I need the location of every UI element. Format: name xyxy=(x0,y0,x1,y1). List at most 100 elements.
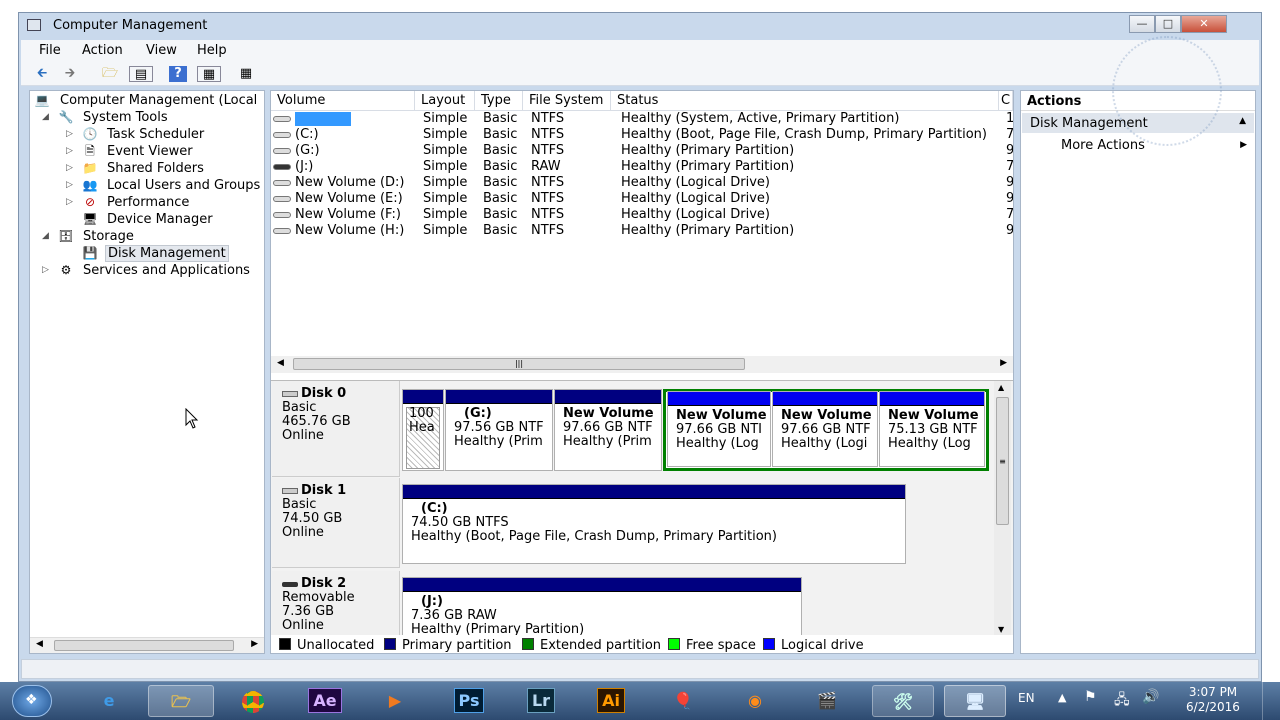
close-button[interactable]: ✕ xyxy=(1181,15,1227,33)
expand-arrow-icon[interactable]: ▷ xyxy=(66,163,73,173)
up-folder-icon[interactable]: 🗁 xyxy=(101,66,119,82)
network-computer-icon[interactable]: 🖥 xyxy=(944,685,1006,717)
minimize-button[interactable]: — xyxy=(1129,15,1155,33)
partition-system-reserved[interactable]: 100 Hea xyxy=(402,389,444,471)
hot-air-balloon-icon[interactable]: 🎈 xyxy=(660,685,706,717)
submenu-arrow-icon: ▶ xyxy=(1240,140,1247,150)
forward-arrow-icon[interactable]: 🡲 xyxy=(61,66,79,82)
expand-arrow-icon[interactable]: ▷ xyxy=(66,129,73,139)
show-hide-tree-icon[interactable]: ▤ xyxy=(129,66,153,82)
column-type[interactable]: Type xyxy=(475,91,523,111)
list-scroll-thumb[interactable]: ||| xyxy=(293,358,745,370)
expand-arrow-icon[interactable]: ▷ xyxy=(66,197,73,207)
column-file-system[interactable]: File System xyxy=(523,91,611,111)
disk-map-vertical-scrollbar[interactable]: ▲ ≡ ▼ xyxy=(994,381,1011,635)
scroll-right-arrow-icon[interactable]: ▶ xyxy=(251,639,258,649)
properties-icon[interactable]: ▦ xyxy=(237,66,255,82)
scroll-right-arrow-icon[interactable]: ▶ xyxy=(1000,358,1007,368)
disk-map-scroll-thumb[interactable]: ≡ xyxy=(996,397,1009,525)
tree-item-system-tools[interactable]: System Tools xyxy=(83,110,168,125)
video-editor-icon[interactable]: 🎬 xyxy=(804,685,850,717)
volume-icon[interactable]: 🔊 xyxy=(1142,689,1159,705)
clock[interactable]: 3:07 PM 6/2/2016 xyxy=(1178,685,1248,715)
tree-item-event-viewer[interactable]: Event Viewer xyxy=(107,144,193,159)
title-bar[interactable]: Computer Management — □ ✕ xyxy=(19,13,1261,39)
column-layout[interactable]: Layout xyxy=(415,91,475,111)
tree-item-device-manager[interactable]: Device Manager xyxy=(107,212,213,227)
expand-arrow-icon[interactable]: ▷ xyxy=(66,180,73,190)
flag-icon[interactable]: ⚑ xyxy=(1084,689,1097,705)
disk-1-label[interactable]: Disk 1 Basic 74.50 GB Online xyxy=(272,478,400,568)
lightroom-icon[interactable]: Lr xyxy=(518,685,564,717)
volume-row[interactable]: Simple Basic NTFS Healthy (System, Active, … xyxy=(271,111,1013,127)
menu-file[interactable]: File xyxy=(39,43,61,58)
photoshop-icon[interactable]: Ps xyxy=(446,685,492,717)
tree-item-root[interactable]: Computer Management (Local xyxy=(60,93,257,108)
maximize-button[interactable]: □ xyxy=(1155,15,1181,33)
collapse-arrow-icon[interactable]: ◢ xyxy=(42,112,49,122)
menu-help[interactable]: Help xyxy=(197,43,227,58)
computer-management-task-icon[interactable]: 🛠 xyxy=(872,685,934,717)
list-horizontal-scrollbar[interactable]: ◀ ||| ▶ xyxy=(271,356,1013,373)
volume-row[interactable]: (C:) Simple Basic NTFS Healthy (Boot, Page F… xyxy=(271,127,1013,143)
partition-d[interactable]: New Volumе 97.66 GB NTI Healthy (Log xyxy=(667,391,771,467)
tree-scroll-thumb[interactable] xyxy=(54,640,234,651)
tree-item-shared-folders[interactable]: Shared Folders xyxy=(107,161,204,176)
back-arrow-icon[interactable]: 🡰 xyxy=(33,66,51,82)
scroll-left-arrow-icon[interactable]: ◀ xyxy=(36,639,43,649)
partition-c[interactable]: (C:) 74.50 GB NTFS Healthy (Boot, Page Fil… xyxy=(402,484,906,564)
network-icon[interactable]: 🖧 xyxy=(1114,689,1130,713)
volume-row[interactable]: New Volume (D:) Simple Basic NTFS Healthy (L… xyxy=(271,175,1013,191)
tree-item-services[interactable]: Services and Applications xyxy=(83,263,250,278)
collapse-arrow-icon[interactable]: ◢ xyxy=(42,231,49,241)
help-icon[interactable]: ? xyxy=(169,66,187,82)
show-desktop-button[interactable] xyxy=(1262,682,1278,720)
scroll-left-arrow-icon[interactable]: ◀ xyxy=(277,358,284,368)
menu-view[interactable]: View xyxy=(146,43,177,58)
volume-row[interactable]: New Volume (F:) Simple Basic NTFS Healthy (L… xyxy=(271,207,1013,223)
file-explorer-icon[interactable]: 🗁 xyxy=(148,685,214,717)
start-button[interactable]: ❖ xyxy=(12,685,52,717)
firefox-icon[interactable]: ◉ xyxy=(732,685,778,717)
column-capacity[interactable]: C xyxy=(999,91,1013,111)
volume-row[interactable]: (G:) Simple Basic NTFS Healthy (Primary Part… xyxy=(271,143,1013,159)
partition-e[interactable]: New Volume 97.66 GB NTF Healthy (Logi xyxy=(772,391,878,467)
after-effects-icon[interactable]: Ae xyxy=(302,685,348,717)
disk-2-label[interactable]: Disk 2 Removable 7.36 GB Online xyxy=(272,571,400,635)
volume-cell-volume xyxy=(273,111,413,127)
collapse-up-icon[interactable]: ▲ xyxy=(1239,116,1246,126)
tree-item-task-scheduler[interactable]: Task Scheduler xyxy=(107,127,204,142)
actions-pane: Actions Disk Management ▲ More Actions ▶ xyxy=(1020,90,1256,654)
tree-item-local-users[interactable]: Local Users and Groups xyxy=(107,178,260,193)
column-status[interactable]: Status xyxy=(611,91,999,111)
disk-0-label[interactable]: Disk 0 Basic 465.76 GB Online xyxy=(272,381,400,477)
column-volume[interactable]: Volume xyxy=(271,91,415,111)
language-indicator[interactable]: EN xyxy=(1018,691,1035,705)
show-hide-action-pane-icon[interactable]: ▦ xyxy=(197,66,221,82)
partition-j[interactable]: (J:) 7.36 GB RAW Healthy (Primary Partitio… xyxy=(402,577,802,635)
volume-row[interactable]: New Volume (E:) Simple Basic NTFS Healthy (L… xyxy=(271,191,1013,207)
tree-item-storage[interactable]: Storage xyxy=(83,229,134,244)
scroll-up-arrow-icon[interactable]: ▲ xyxy=(998,383,1004,392)
tree-horizontal-scrollbar[interactable]: ◀ ▶ xyxy=(30,637,264,653)
volume-row[interactable]: New Volume (H:) Simple Basic NTFS Healthy (P… xyxy=(271,223,1013,239)
volume-cell-layout: Simple xyxy=(423,159,468,174)
tree-item-performance[interactable]: Performance xyxy=(107,195,189,210)
partition-g[interactable]: (G:) 97.56 GB NTF Healthy (Prim xyxy=(445,389,553,471)
navigation-tree: 💻 Computer Management (Local ◢ 🔧 System … xyxy=(29,90,265,654)
chrome-icon[interactable] xyxy=(230,685,276,717)
internet-explorer-icon[interactable]: e xyxy=(86,685,132,717)
media-player-icon[interactable]: ▶ xyxy=(372,685,418,717)
illustrator-icon[interactable]: Ai xyxy=(588,685,634,717)
scroll-down-arrow-icon[interactable]: ▼ xyxy=(998,625,1004,634)
legend-primary: Primary partition xyxy=(384,638,512,653)
partition-f[interactable]: New Volumе 75.13 GB NTF Healthy (Log xyxy=(879,391,985,467)
show-hidden-icons-icon[interactable]: ▲ xyxy=(1058,691,1066,704)
partition-h[interactable]: New Volume 97.66 GB NTF Healthy (Prim xyxy=(554,389,662,471)
expand-arrow-icon[interactable]: ▷ xyxy=(42,265,49,275)
tree-item-disk-management[interactable]: Disk Management xyxy=(105,245,229,262)
volume-row[interactable]: (J:) Simple Basic RAW Healthy (Primary Parti… xyxy=(271,159,1013,175)
expand-arrow-icon[interactable]: ▷ xyxy=(66,146,73,156)
menu-action[interactable]: Action xyxy=(82,43,123,58)
partition-label: (J:) xyxy=(421,594,443,609)
